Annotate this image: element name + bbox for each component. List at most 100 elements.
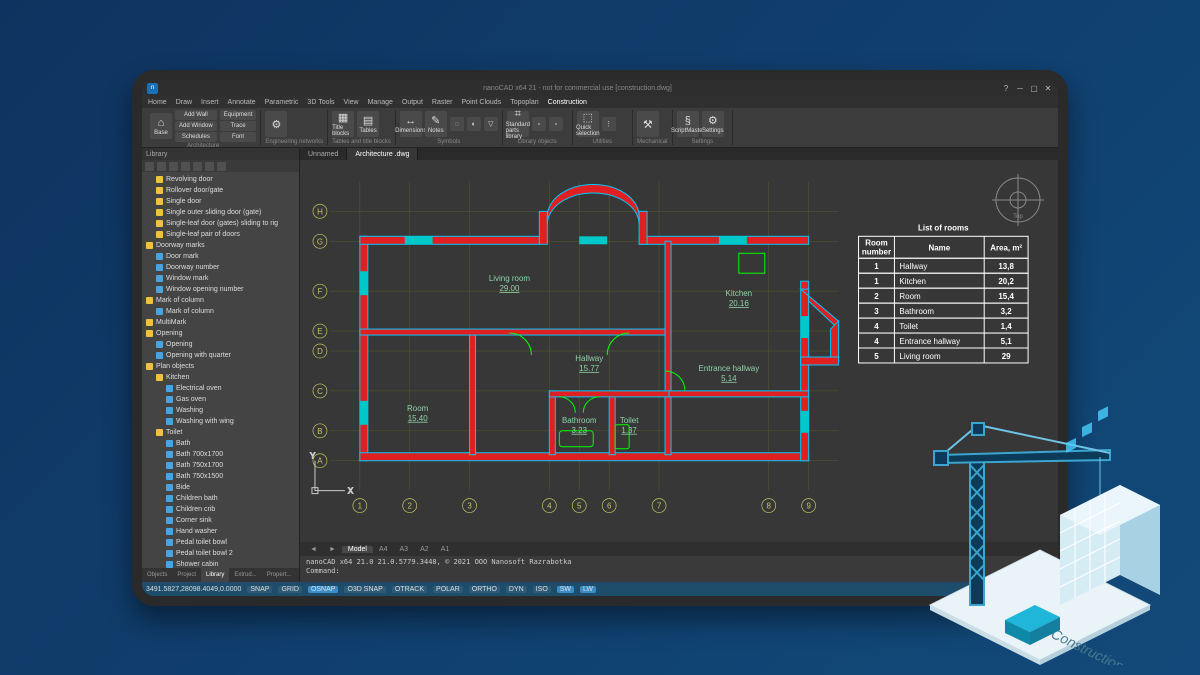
sidebar-tab-project[interactable]: Project: [172, 568, 201, 582]
menu-draw[interactable]: Draw: [176, 99, 192, 106]
tree-item[interactable]: Opening with quarter: [142, 350, 299, 361]
tree-item[interactable]: Window mark: [142, 273, 299, 284]
tree-item[interactable]: Rollover door/gate: [142, 185, 299, 196]
layers-icon[interactable]: ▤: [1023, 585, 1030, 593]
status-snap[interactable]: SNAP: [247, 586, 272, 593]
trace-button[interactable]: Trace: [220, 121, 257, 131]
view-compass[interactable]: Top: [988, 170, 1048, 230]
menu-home[interactable]: Home: [148, 99, 167, 106]
tree-item[interactable]: Single-leaf pair of doors: [142, 229, 299, 240]
tree-item[interactable]: Plan objects: [142, 361, 299, 372]
settings-button[interactable]: ⚙Settings: [702, 111, 724, 137]
tab-a2[interactable]: A2: [414, 546, 435, 553]
tree-item[interactable]: Doorway marks: [142, 240, 299, 251]
status-osnap[interactable]: OSNAP: [308, 586, 339, 593]
tree-item[interactable]: Hand washer: [142, 526, 299, 537]
tab-a3[interactable]: A3: [394, 546, 415, 553]
tree-item[interactable]: Bath: [142, 438, 299, 449]
symbol2-icon[interactable]: ◐: [467, 117, 481, 131]
status-o3dsnap[interactable]: O3D SNAP: [344, 586, 385, 593]
floor-plan[interactable]: 123456789ABCDEFGHLiving room29.00Kitchen…: [300, 160, 1058, 542]
tree-item[interactable]: Revolving door: [142, 174, 299, 185]
tree-item[interactable]: Washing with wing: [142, 416, 299, 427]
status-otrack[interactable]: OTRACK: [392, 586, 427, 593]
base-button[interactable]: ⌂Base: [150, 113, 172, 139]
tree-item[interactable]: Bath 750x1500: [142, 471, 299, 482]
add-wall-button[interactable]: Add Wall: [175, 110, 217, 120]
menu-view[interactable]: View: [344, 99, 359, 106]
drawing-canvas[interactable]: 123456789ABCDEFGHLiving room29.00Kitchen…: [300, 160, 1058, 542]
lib-icon[interactable]: ▫: [532, 117, 546, 131]
library-tree[interactable]: Revolving doorRollover door/gateSingle d…: [142, 172, 299, 568]
tree-item[interactable]: Mark of column: [142, 306, 299, 317]
tb-icon[interactable]: [217, 162, 226, 171]
tree-item[interactable]: Single door: [142, 196, 299, 207]
tree-item[interactable]: Bath 700x1700: [142, 449, 299, 460]
tree-item[interactable]: Electrical oven: [142, 383, 299, 394]
titleblocks-button[interactable]: ▦Title blocks: [332, 111, 354, 137]
sidebar-tab-library[interactable]: Library: [201, 568, 229, 582]
tree-item[interactable]: Children bath: [142, 493, 299, 504]
status-grid[interactable]: GRID: [278, 586, 302, 593]
tree-item[interactable]: Opening: [142, 339, 299, 350]
status-dyn[interactable]: DYN: [506, 586, 527, 593]
help-icon[interactable]: ?: [1001, 83, 1011, 93]
tb-icon[interactable]: [169, 162, 178, 171]
tree-item[interactable]: Pedal toilet bowl 2: [142, 548, 299, 559]
sidebar-tab-objects[interactable]: Objects: [142, 568, 172, 582]
status-ortho[interactable]: ORTHO: [469, 586, 500, 593]
engineering-button[interactable]: ⚙: [265, 111, 287, 137]
tb-icon[interactable]: [205, 162, 214, 171]
tree-item[interactable]: MultiMark: [142, 317, 299, 328]
symbol-icon[interactable]: ◌: [450, 117, 464, 131]
tree-item[interactable]: Gas oven: [142, 394, 299, 405]
status-polar[interactable]: POLAR: [433, 586, 463, 593]
tree-item[interactable]: Single outer sliding door (gate): [142, 207, 299, 218]
sidebar-tab-extrude[interactable]: Extrud...: [229, 568, 261, 582]
tb-icon[interactable]: [181, 162, 190, 171]
menu-construction[interactable]: Construction: [548, 99, 587, 106]
status-model[interactable]: MODEL: [993, 586, 1018, 593]
menu-parametric[interactable]: Parametric: [265, 99, 299, 106]
tb-icon[interactable]: [193, 162, 202, 171]
menu-3dtools[interactable]: 3D Tools: [307, 99, 334, 106]
menu-annotate[interactable]: Annotate: [228, 99, 256, 106]
symbol3-icon[interactable]: ▽: [484, 117, 498, 131]
library-button[interactable]: ⌗Standard parts library: [507, 111, 529, 137]
tree-item[interactable]: Toilet: [142, 427, 299, 438]
status-scale[interactable]: m1:50: [1035, 586, 1054, 593]
tree-item[interactable]: Doorway number: [142, 262, 299, 273]
minimize-button[interactable]: ─: [1015, 83, 1025, 93]
menu-topoplan[interactable]: Topoplan: [510, 99, 538, 106]
add-window-button[interactable]: Add Window: [175, 121, 217, 131]
tree-item[interactable]: Washing: [142, 405, 299, 416]
notes-button[interactable]: ✎Notes: [425, 111, 447, 137]
status-iso[interactable]: ISO: [533, 586, 551, 593]
tree-item[interactable]: Window opening number: [142, 284, 299, 295]
status-sw[interactable]: SW: [557, 586, 574, 593]
tb-icon[interactable]: [157, 162, 166, 171]
font-button[interactable]: Font: [220, 132, 257, 142]
menu-output[interactable]: Output: [402, 99, 423, 106]
tree-item[interactable]: Pedal toilet bowl: [142, 537, 299, 548]
status-lw[interactable]: LW: [580, 586, 596, 593]
doc-tab-architecture[interactable]: Architecture .dwg: [347, 148, 418, 160]
tree-item[interactable]: Opening: [142, 328, 299, 339]
menu-insert[interactable]: Insert: [201, 99, 219, 106]
tree-item[interactable]: Shower cabin: [142, 559, 299, 568]
util-icon[interactable]: ⋮: [602, 117, 616, 131]
tree-item[interactable]: Bide: [142, 482, 299, 493]
lib2-icon[interactable]: ▫: [549, 117, 563, 131]
mechanical-button[interactable]: ⚒: [637, 111, 659, 137]
command-line[interactable]: nanoCAD x64 21.0 21.0.5779.3448, © 2021 …: [300, 556, 1058, 582]
tables-button[interactable]: ▤Tables: [357, 111, 379, 137]
tab-a1[interactable]: A1: [435, 546, 456, 553]
menu-pointclouds[interactable]: Point Clouds: [462, 99, 502, 106]
quickselect-button[interactable]: ⬚Quick selection: [577, 111, 599, 137]
tree-item[interactable]: Single-leaf door (gates) sliding to rig: [142, 218, 299, 229]
tree-item[interactable]: Kitchen: [142, 372, 299, 383]
tab-model[interactable]: Model: [342, 546, 373, 553]
tb-icon[interactable]: [145, 162, 154, 171]
maximize-button[interactable]: ▢: [1029, 83, 1039, 93]
schedules-button[interactable]: Schedules: [175, 132, 217, 142]
